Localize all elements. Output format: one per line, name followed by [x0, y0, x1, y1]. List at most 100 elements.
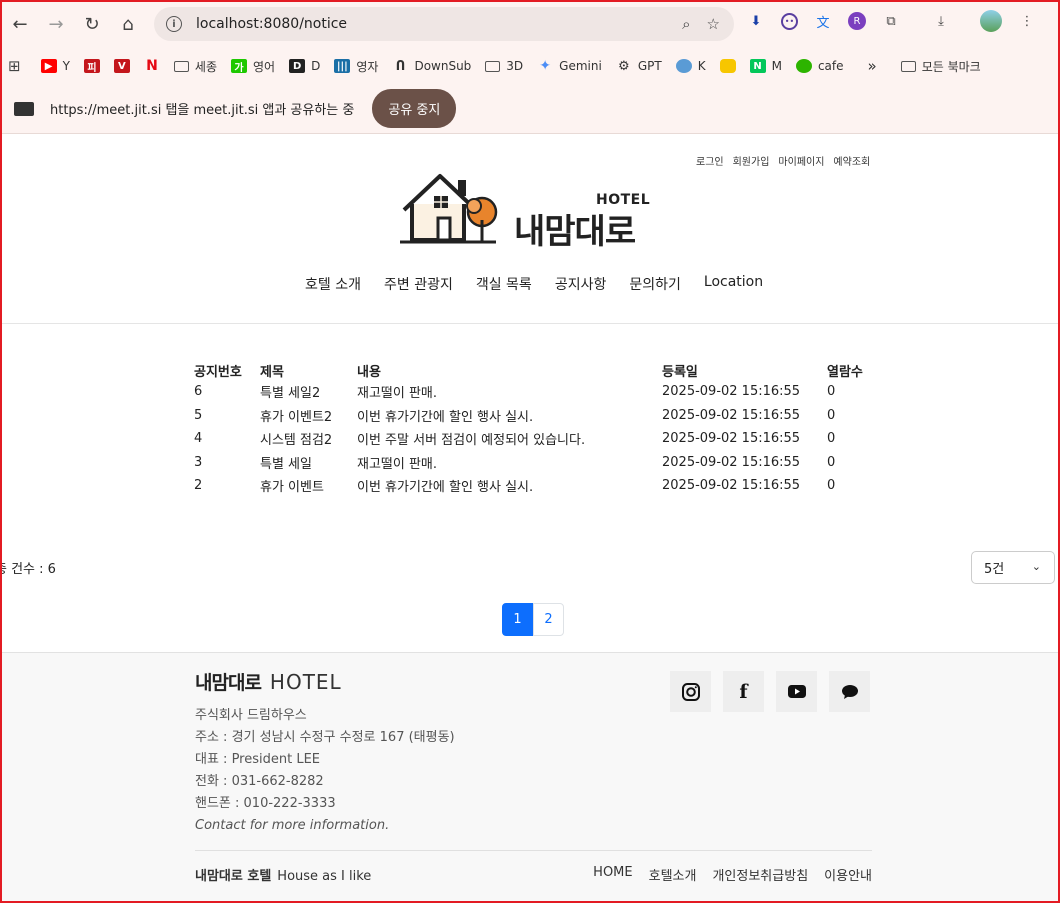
cell-views: 0	[827, 431, 836, 447]
table-row[interactable]: 6 특별 세일2 재고떨이 판매. 2025-09-02 15:16:55 0	[190, 380, 873, 404]
page-size-select[interactable]: 5건 ⌄	[971, 551, 1055, 584]
login-link[interactable]: 로그인	[696, 153, 724, 168]
bookmark-youtube[interactable]: ▶ Y	[40, 59, 70, 73]
bookmark-downsub[interactable]: Ո DownSub	[392, 58, 472, 74]
home-icon[interactable]: ⌂	[110, 6, 146, 42]
total-count: 총 건수 : 6	[0, 562, 56, 577]
mypage-link[interactable]: 마이페이지	[778, 153, 824, 168]
cell-number: 3	[194, 454, 203, 470]
nav-notice[interactable]: 공지사항	[555, 274, 607, 294]
folder-icon	[485, 60, 501, 72]
bookmark-folder-3d[interactable]: 3D	[485, 59, 523, 73]
cell-date: 2025-09-02 15:16:55	[662, 384, 801, 400]
menu-kebab-icon[interactable]: ⋮	[1016, 10, 1038, 32]
forward-icon[interactable]: →	[38, 6, 74, 42]
bookmark-k[interactable]: K	[675, 59, 706, 73]
gemini-icon: ✦	[539, 58, 552, 74]
bookmark-cafe[interactable]: cafe	[795, 59, 844, 73]
nav-attractions[interactable]: 주변 관광지	[384, 274, 453, 294]
reload-icon[interactable]: ↻	[74, 6, 110, 42]
bookmarks-bar: ⊞ ▶ Y 피 V N 세종 가 영어 DD ||| 영자 Ո DownSub 3D ✦…	[0, 48, 1060, 84]
table-row[interactable]: 4 시스템 점검2 이번 주말 서버 점검이 예정되어 있습니다. 2025-0…	[190, 427, 873, 451]
purple-extension-icon[interactable]: R	[848, 12, 866, 30]
reservation-lookup-link[interactable]: 예약조회	[833, 153, 870, 168]
table-row[interactable]: 3 특별 세일 재고떨이 판매. 2025-09-02 15:16:55 0	[190, 451, 873, 475]
cell-title[interactable]: 휴가 이벤트2	[256, 404, 353, 428]
netflix-icon: N	[146, 58, 158, 74]
cell-title[interactable]: 휴가 이벤트	[256, 474, 353, 498]
cell-title[interactable]: 특별 세일2	[256, 380, 353, 404]
footer-link-home[interactable]: HOME	[593, 865, 632, 884]
cell-content: 이번 휴가기간에 할인 행사 실시.	[357, 409, 534, 425]
column-header-title: 제목	[260, 364, 284, 380]
bookmark-yellow[interactable]	[719, 59, 736, 73]
chevron-down-icon: ⌄	[1031, 560, 1041, 573]
footer-link-terms[interactable]: 이용안내	[824, 865, 872, 884]
instagram-icon[interactable]	[670, 671, 711, 712]
page-button-1[interactable]: 1	[502, 603, 533, 636]
chat-bubble-icon[interactable]	[829, 671, 870, 712]
cell-title[interactable]: 특별 세일	[256, 451, 353, 475]
bookmark-folder-sejong[interactable]: 세종	[173, 58, 217, 75]
cell-title[interactable]: 시스템 점검2	[256, 427, 353, 451]
logo-brand-name: 내맘대로	[514, 212, 636, 252]
zoom-icon[interactable]: ⌕	[682, 15, 690, 33]
bookmark-news[interactable]: ||| 영자	[334, 58, 378, 75]
apps-grid-icon[interactable]: ⊞	[8, 57, 21, 75]
table-row[interactable]: 2 휴가 이벤트 이번 휴가기간에 할인 행사 실시. 2025-09-02 1…	[190, 474, 873, 498]
bookmark-gemini[interactable]: ✦ Gemini	[537, 58, 602, 74]
bookmark-v-logo[interactable]: V	[113, 59, 130, 73]
utility-links: 로그인 회원가입 마이페이지 예약조회	[696, 153, 870, 168]
footer-company: 주식회사 드림하우스	[195, 708, 307, 723]
bookmark-star-icon[interactable]: ☆	[707, 15, 720, 33]
cell-views: 0	[827, 478, 836, 494]
k-icon	[675, 59, 692, 73]
address-bar[interactable]: i localhost:8080/notice ⌕ ☆	[154, 7, 734, 41]
bookmark-naver[interactable]: NM	[749, 59, 782, 73]
column-header-content: 내용	[357, 364, 381, 380]
site-info-icon[interactable]: i	[166, 16, 182, 32]
column-header-views: 열람수	[827, 364, 863, 380]
url-text[interactable]: localhost:8080/notice	[196, 16, 347, 32]
table-header-row: 공지번호 제목 내용 등록일 열람수	[190, 360, 873, 380]
face-extension-icon[interactable]: ••	[781, 12, 798, 30]
downloads-icon[interactable]: ⤓	[930, 10, 952, 32]
stop-sharing-button[interactable]: 공유 중지	[372, 89, 457, 128]
profile-avatar-icon[interactable]	[980, 10, 1002, 32]
green-icon: 가	[231, 59, 248, 74]
bookmark-english[interactable]: 가 영어	[231, 58, 275, 75]
bookmarks-overflow-icon[interactable]: »	[868, 57, 877, 75]
red-logo-icon: 피	[83, 59, 100, 74]
bookmark-gpt[interactable]: ⚙ GPT	[616, 58, 662, 74]
signup-link[interactable]: 회원가입	[733, 153, 770, 168]
footer-link-privacy[interactable]: 개인정보취급방침	[712, 865, 808, 884]
nav-inquiry[interactable]: 문의하기	[629, 274, 681, 294]
nav-hotel-intro[interactable]: 호텔 소개	[305, 274, 361, 294]
youtube-icon[interactable]	[776, 671, 817, 712]
tab-sharing-bar: https://meet.jit.si 탭을 meet.jit.si 앱과 공유…	[0, 84, 1060, 134]
gpt-icon: ⚙	[618, 58, 630, 74]
download-arrow-extension-icon[interactable]: ⬇	[745, 10, 767, 32]
youtube-icon: ▶	[40, 59, 57, 73]
facebook-icon[interactable]: f	[723, 671, 764, 712]
bookmark-netflix[interactable]: N	[144, 58, 160, 74]
nav-location[interactable]: Location	[704, 274, 763, 294]
cell-number: 4	[194, 431, 203, 447]
extensions-puzzle-icon[interactable]: ⧉	[880, 10, 902, 32]
table-row[interactable]: 5 휴가 이벤트2 이번 휴가기간에 할인 행사 실시. 2025-09-02 …	[190, 404, 873, 428]
back-icon[interactable]: ←	[2, 6, 38, 42]
footer-link-hotel-intro[interactable]: 호텔소개	[649, 865, 697, 884]
all-bookmarks-folder[interactable]: 모든 북마크	[900, 58, 981, 75]
cell-number: 5	[194, 407, 203, 423]
page-button-2[interactable]: 2	[533, 603, 564, 636]
translate-extension-icon[interactable]: 文	[812, 10, 834, 32]
footer-bottom-brand: 내맘대로 호텔 House as I like	[195, 865, 371, 884]
bookmark-d[interactable]: DD	[289, 59, 320, 73]
downsub-icon: Ո	[395, 58, 406, 74]
footer-links: HOME 호텔소개 개인정보취급방침 이용안내	[593, 865, 872, 884]
footer-brand: 내맘대로 HOTEL	[195, 668, 342, 695]
nav-rooms[interactable]: 객실 목록	[476, 274, 532, 294]
bookmark-red-logo[interactable]: 피	[83, 59, 100, 74]
cell-views: 0	[827, 454, 836, 470]
site-footer: 내맘대로 HOTEL 주식회사 드림하우스 주소 : 경기 성남시 수정구 수정…	[0, 652, 1060, 903]
